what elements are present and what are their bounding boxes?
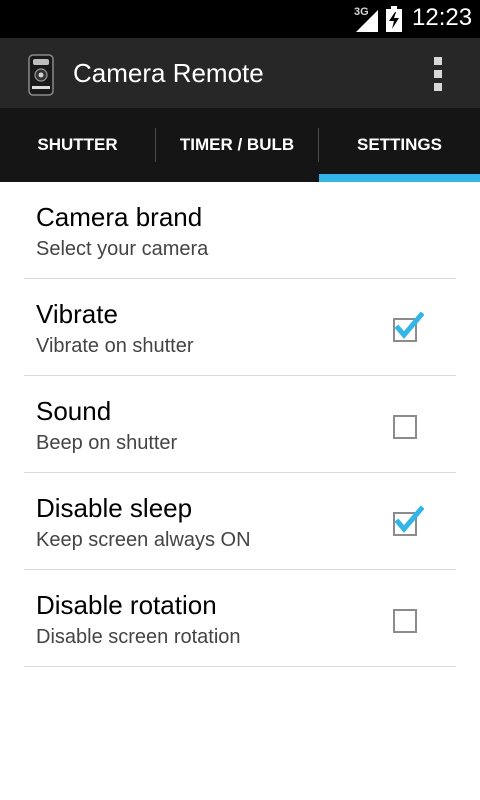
- setting-title: Disable sleep: [36, 493, 193, 523]
- disable-rotation-checkbox[interactable]: [392, 602, 424, 634]
- action-bar: Camera Remote: [0, 38, 480, 108]
- status-time: 12:23: [412, 4, 473, 31]
- overflow-menu-icon[interactable]: [424, 53, 452, 95]
- overflow-dot: [434, 57, 442, 65]
- status-bar: 3G 12:23: [0, 0, 480, 38]
- setting-title: Disable rotation: [36, 590, 217, 620]
- tab-shutter[interactable]: SHUTTER: [0, 108, 155, 182]
- setting-summary: Beep on shutter: [36, 432, 178, 454]
- app-title: Camera Remote: [73, 58, 264, 88]
- setting-title: Vibrate: [36, 299, 118, 329]
- tab-bar: SHUTTER TIMER / BULB SETTINGS: [0, 108, 480, 182]
- overflow-dot: [434, 70, 442, 78]
- setting-title: Sound: [36, 396, 112, 426]
- setting-summary: Keep screen always ON: [36, 529, 251, 551]
- disable-sleep-checkbox[interactable]: [392, 505, 424, 537]
- setting-camera-brand[interactable]: Camera brand Select your camera: [0, 182, 480, 279]
- setting-summary: Disable screen rotation: [36, 626, 241, 648]
- overflow-dot: [434, 83, 442, 91]
- tab-settings[interactable]: SETTINGS: [319, 108, 480, 182]
- setting-vibrate[interactable]: Vibrate Vibrate on shutter: [0, 279, 480, 376]
- setting-disable-sleep[interactable]: Disable sleep Keep screen always ON: [0, 473, 480, 570]
- selected-tab-indicator: [319, 174, 480, 182]
- setting-title: Camera brand: [36, 202, 203, 232]
- list-divider: [24, 666, 456, 667]
- setting-disable-rotation[interactable]: Disable rotation Disable screen rotation: [0, 570, 480, 667]
- network-type-label: 3G: [354, 6, 369, 18]
- battery-charging-icon: [386, 6, 402, 32]
- setting-summary: Vibrate on shutter: [36, 335, 194, 357]
- setting-sound[interactable]: Sound Beep on shutter: [0, 376, 480, 473]
- tab-timer-bulb[interactable]: TIMER / BULB: [156, 108, 318, 182]
- setting-summary: Select your camera: [36, 238, 209, 260]
- vibrate-checkbox[interactable]: [392, 311, 424, 343]
- settings-list: Camera brand Select your camera Vibrate …: [0, 182, 480, 667]
- camera-remote-icon[interactable]: [26, 53, 56, 97]
- sound-checkbox[interactable]: [392, 408, 424, 440]
